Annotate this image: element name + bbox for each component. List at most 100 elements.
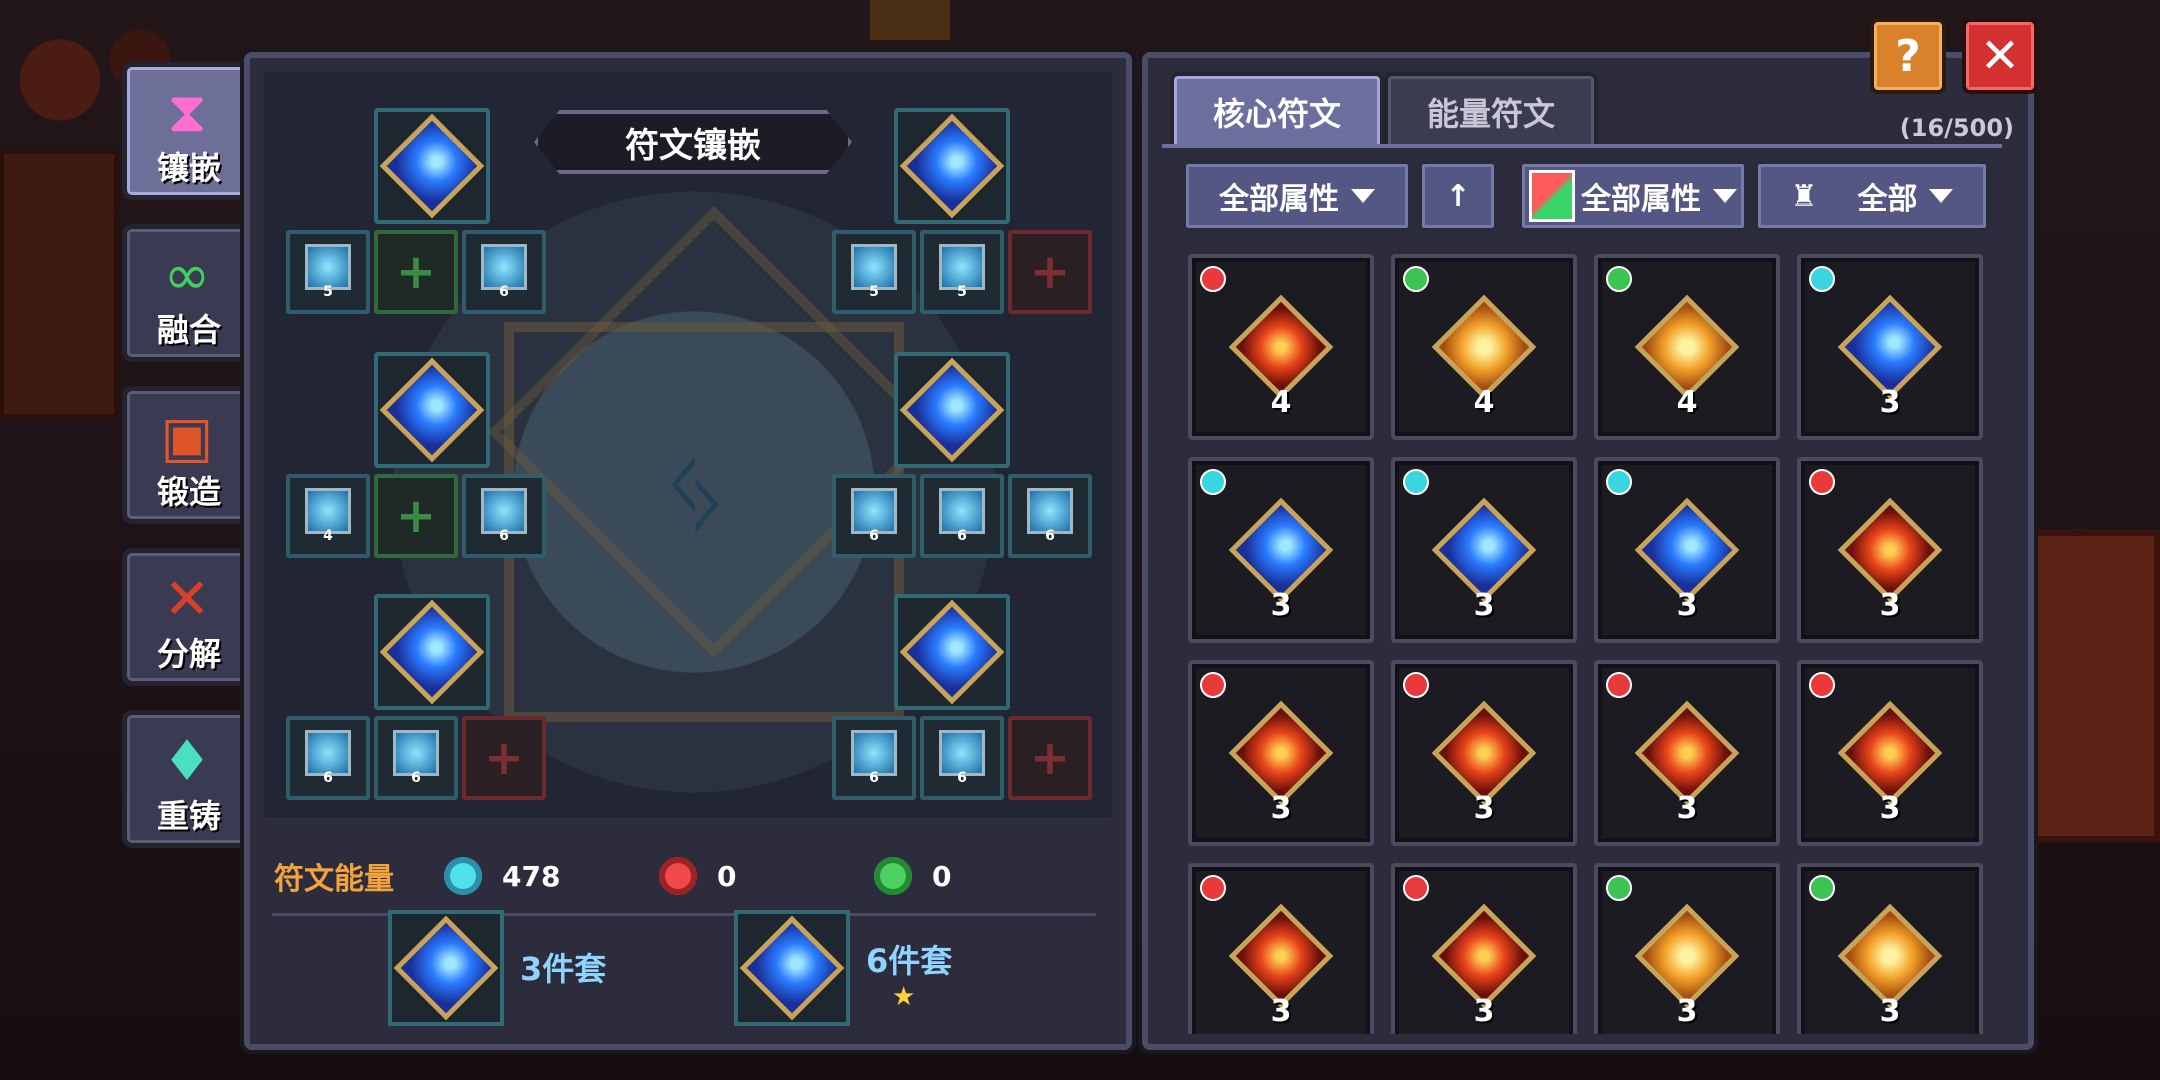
nav-forge-button[interactable]: ▣ 锻造 <box>122 386 256 524</box>
decompose-icon: ✕ <box>163 566 211 632</box>
tab-core-runes[interactable]: 核心符文 <box>1170 72 1384 148</box>
red-rune-gem-icon <box>1431 700 1537 806</box>
cyan-energy-value: 478 <box>502 859 561 893</box>
center-rune-icon: ᛃ <box>659 422 731 561</box>
core-slot-1[interactable] <box>374 108 490 224</box>
nav-recast-button[interactable]: ♦ 重铸 <box>122 710 256 848</box>
rune-item[interactable]: 3 <box>1188 660 1374 846</box>
energy-slot[interactable]: 6 <box>1008 474 1092 558</box>
attribute-filter-dropdown[interactable]: 全部属性 <box>1182 160 1412 232</box>
rune-item[interactable]: 3 <box>1797 254 1983 440</box>
slot-level: 6 <box>499 284 509 300</box>
background-banner <box>0 150 118 418</box>
rune-item[interactable]: 3 <box>1797 660 1983 846</box>
cyan-element-icon <box>1606 469 1632 495</box>
rune-item[interactable]: 3 <box>1797 457 1983 643</box>
blue-rune-gem-icon <box>899 357 1005 463</box>
rune-item[interactable]: 3 <box>1188 457 1374 643</box>
help-button[interactable]: ? <box>1870 18 1946 94</box>
red-rune-gem-icon <box>1837 700 1943 806</box>
set-bonus-3-button[interactable] <box>388 910 504 1026</box>
fusion-icon: ∞ <box>163 242 211 308</box>
rune-level: 4 <box>1270 385 1292 420</box>
slot-level: 6 <box>499 528 509 544</box>
core-slot-3[interactable] <box>374 352 490 468</box>
core-slot-4[interactable] <box>894 352 1010 468</box>
rune-item[interactable]: 3 <box>1594 863 1780 1034</box>
empty-slot-add[interactable]: + <box>374 474 458 558</box>
close-button[interactable]: ✕ <box>1962 18 2038 94</box>
energy-slot[interactable]: 6 <box>920 474 1004 558</box>
rune-item[interactable]: 3 <box>1391 660 1577 846</box>
element-filter-dropdown[interactable]: 全部属性 <box>1518 160 1748 232</box>
rune-level: 3 <box>1879 994 1901 1029</box>
chevron-down-icon <box>1929 189 1954 203</box>
red-element-icon <box>1606 672 1632 698</box>
red-rune-gem-icon <box>1837 497 1943 603</box>
energy-slot[interactable]: 5 <box>920 230 1004 314</box>
gold-rune-gem-icon <box>1634 294 1740 400</box>
energy-slot[interactable]: 5 <box>286 230 370 314</box>
core-slot-5[interactable] <box>374 594 490 710</box>
red-rune-gem-icon <box>1634 700 1740 806</box>
set-bonus-6-label: 6件套 <box>866 942 953 980</box>
energy-slot[interactable]: 6 <box>832 716 916 800</box>
rune-item[interactable]: 4 <box>1594 254 1780 440</box>
cyan-element-icon <box>1200 469 1226 495</box>
core-slot-6[interactable] <box>894 594 1010 710</box>
rune-item[interactable]: 3 <box>1391 863 1577 1034</box>
green-energy-icon <box>874 857 912 895</box>
locked-slot[interactable]: + <box>1008 230 1092 314</box>
energy-slot[interactable]: 6 <box>286 716 370 800</box>
locked-slot[interactable]: + <box>1008 716 1092 800</box>
rune-item[interactable]: 4 <box>1391 254 1577 440</box>
rune-item[interactable]: 3 <box>1797 863 1983 1034</box>
energy-slot[interactable]: 6 <box>920 716 1004 800</box>
rune-item[interactable]: 3 <box>1188 863 1374 1034</box>
set-bonus-6-button[interactable] <box>734 910 850 1026</box>
rune-level: 3 <box>1676 791 1698 826</box>
rune-level: 3 <box>1676 588 1698 623</box>
rune-grid: 4 4 4 3 3 3 3 3 3 3 3 3 3 3 3 3 <box>1188 254 1988 1034</box>
red-rune-gem-icon <box>1228 903 1334 1009</box>
slot-level: 6 <box>957 770 967 786</box>
blue-rune-gem-icon <box>379 357 485 463</box>
rune-item[interactable]: 3 <box>1594 457 1780 643</box>
nav-decompose-button[interactable]: ✕ 分解 <box>122 548 256 686</box>
energy-slot[interactable]: 6 <box>374 716 458 800</box>
side-nav: ⧗ 镶嵌 ∞ 融合 ▣ 锻造 ✕ 分解 ♦ 重铸 <box>122 62 256 872</box>
recast-icon: ♦ <box>161 728 213 794</box>
cyan-element-icon <box>1403 469 1429 495</box>
green-element-icon <box>1606 875 1632 901</box>
rune-level: 3 <box>1473 994 1495 1029</box>
blue-rune-gem-icon <box>379 113 485 219</box>
energy-slot[interactable]: 6 <box>462 230 546 314</box>
tab-energy-runes[interactable]: 能量符文 <box>1384 72 1598 148</box>
core-slot-2[interactable] <box>894 108 1010 224</box>
slot-level: 6 <box>869 528 879 544</box>
locked-slot[interactable]: + <box>462 716 546 800</box>
nav-fusion-button[interactable]: ∞ 融合 <box>122 224 256 362</box>
energy-slot[interactable]: 4 <box>286 474 370 558</box>
inlay-panel: ᛃ 符文镶嵌 5 + 6 5 5 + 4 + 6 6 6 6 6 6 + 6 6… <box>244 52 1132 1050</box>
element-color-icon <box>1529 170 1575 222</box>
rune-level: 3 <box>1879 385 1901 420</box>
energy-slot[interactable]: 5 <box>832 230 916 314</box>
type-filter-dropdown[interactable]: ♜ 全部 <box>1754 160 1990 232</box>
red-rune-gem-icon <box>1228 700 1334 806</box>
red-element-icon <box>1200 672 1226 698</box>
type-filter-label: 全部 <box>1857 182 1918 217</box>
rune-item[interactable]: 4 <box>1188 254 1374 440</box>
energy-slot[interactable]: 6 <box>832 474 916 558</box>
slot-level: 4 <box>323 528 333 544</box>
energy-slot[interactable]: 6 <box>462 474 546 558</box>
nav-inlay-button[interactable]: ⧗ 镶嵌 <box>122 62 256 200</box>
rune-item[interactable]: 3 <box>1391 457 1577 643</box>
sort-button[interactable]: ↑ <box>1418 160 1498 232</box>
inlay-title: 符文镶嵌 <box>534 110 852 174</box>
set-bonus-3-label: 3件套 <box>520 950 607 988</box>
rune-item[interactable]: 3 <box>1594 660 1780 846</box>
nav-forge-label: 锻造 <box>156 473 221 511</box>
empty-slot-add[interactable]: + <box>374 230 458 314</box>
red-rune-gem-icon <box>1228 294 1334 400</box>
